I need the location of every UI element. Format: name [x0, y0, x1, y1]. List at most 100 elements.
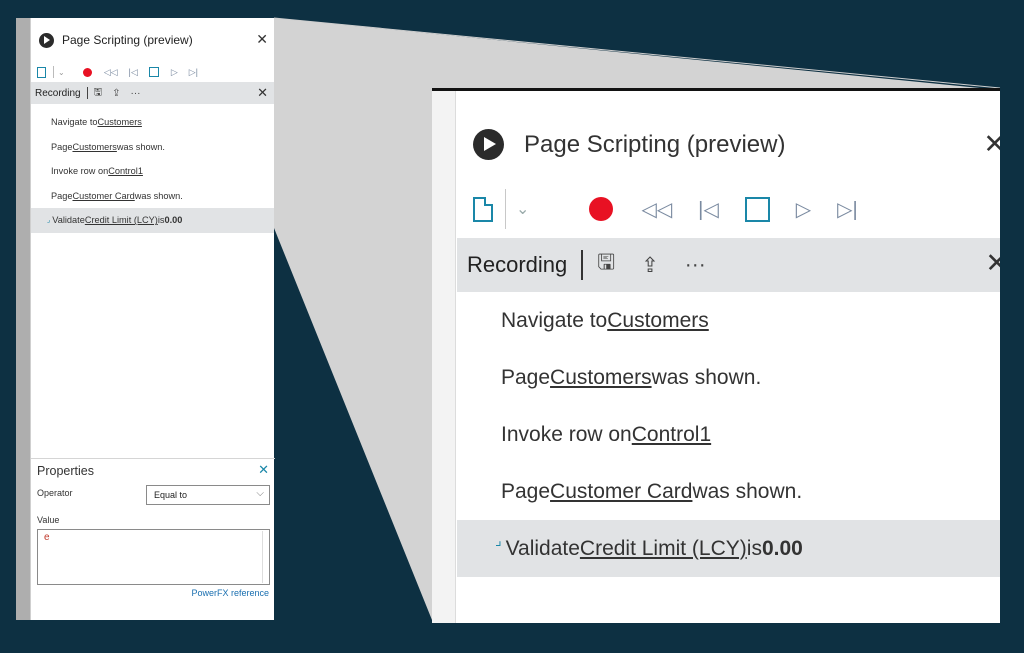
- step-text: Page: [51, 190, 73, 201]
- chevron-down-icon: ⌵: [256, 488, 264, 499]
- play-icon: [39, 32, 54, 48]
- stop-icon[interactable]: [148, 67, 159, 77]
- step-link[interactable]: Customers: [97, 117, 141, 127]
- new-document-icon[interactable]: [473, 196, 493, 222]
- skip-end-icon[interactable]: ▷|: [189, 67, 198, 78]
- validation-mark-icon: ⌟: [495, 532, 502, 548]
- recording-bar: Recording 🖫 ⇪ ··· ✕: [31, 82, 274, 104]
- step-text: Validate: [505, 536, 580, 560]
- recording-divider: [86, 87, 88, 99]
- recording-label: Recording: [467, 252, 568, 277]
- properties-title: Properties: [37, 464, 94, 478]
- step-link[interactable]: Customers: [550, 366, 652, 390]
- list-item-selected[interactable]: ⌟ Validate Credit Limit (LCY) is 0.00: [457, 520, 1000, 577]
- save-icon[interactable]: 🖫: [597, 248, 615, 283]
- list-item[interactable]: Page Customer Card was shown.: [457, 463, 1000, 520]
- skip-start-icon[interactable]: |◁: [129, 67, 138, 78]
- page-scripting-pane-zoomed: Page Scripting (preview) ✕ ⌄ ◁◁ |◁ ▷ ▷| …: [432, 88, 1000, 623]
- share-icon[interactable]: ⇪: [641, 253, 659, 278]
- record-icon[interactable]: [589, 197, 614, 221]
- zoomed-left-gutter: [432, 91, 456, 623]
- value-text: e: [44, 532, 50, 543]
- step-text: Validate: [52, 215, 85, 226]
- close-pane-button[interactable]: ✕: [983, 129, 1000, 160]
- chevron-down-icon[interactable]: ⌄: [516, 199, 529, 219]
- recorded-steps-list: Navigate to Customers Page Customers was…: [457, 292, 1000, 577]
- close-pane-button[interactable]: ✕: [256, 32, 268, 46]
- operator-label: Operator: [37, 488, 73, 498]
- new-document-icon[interactable]: [37, 66, 46, 78]
- step-link[interactable]: Credit Limit (LCY): [85, 215, 158, 225]
- step-link[interactable]: Customers: [607, 309, 709, 333]
- chevron-down-icon[interactable]: ⌄: [58, 68, 65, 77]
- list-item[interactable]: Invoke row on Control1: [457, 406, 1000, 463]
- share-icon[interactable]: ⇪: [112, 88, 120, 99]
- skip-start-icon[interactable]: |◁: [698, 197, 719, 222]
- step-text: was shown.: [651, 365, 762, 389]
- pane-header: Page Scripting (preview) ✕: [31, 18, 274, 62]
- step-value: 0.00: [164, 215, 183, 226]
- step-link[interactable]: Credit Limit (LCY): [580, 537, 747, 561]
- properties-pane: Properties ✕ Operator Equal to ⌵ Value e…: [31, 458, 275, 620]
- play-step-icon[interactable]: ▷: [796, 197, 811, 222]
- pane-header: Page Scripting (preview): [473, 129, 785, 160]
- step-link[interactable]: Customer Card: [550, 480, 692, 504]
- recording-divider: [581, 250, 584, 280]
- more-options-icon[interactable]: ···: [131, 88, 141, 99]
- record-icon[interactable]: [82, 67, 92, 77]
- step-text: was shown.: [692, 479, 803, 503]
- step-text: Invoke row on: [51, 166, 109, 177]
- pane-title: Page Scripting (preview): [62, 33, 193, 47]
- list-item[interactable]: Navigate to Customers: [457, 292, 1000, 349]
- recorded-steps-list: Navigate to Customers Page Customers was…: [31, 110, 274, 233]
- more-options-icon[interactable]: ···: [685, 253, 706, 277]
- toolbar: ⌄ ◁◁ |◁ ▷ ▷|: [31, 62, 274, 82]
- list-item[interactable]: Invoke row on Control1: [31, 159, 274, 184]
- toolbar-divider: [53, 66, 54, 78]
- rewind-icon[interactable]: ◁◁: [641, 197, 672, 222]
- value-label: Value: [37, 515, 60, 525]
- step-text: Page: [501, 365, 551, 389]
- step-text: is: [746, 536, 762, 560]
- step-value: 0.00: [761, 536, 803, 560]
- play-icon: [473, 129, 504, 160]
- close-properties-button[interactable]: ✕: [258, 462, 269, 478]
- pane-title: Page Scripting (preview): [524, 130, 786, 158]
- step-text: was shown.: [116, 141, 165, 152]
- operator-value: Equal to: [154, 490, 188, 500]
- play-step-icon[interactable]: ▷: [171, 67, 178, 78]
- step-link[interactable]: Customers: [72, 142, 116, 152]
- value-input[interactable]: e: [37, 529, 270, 585]
- page-scripting-pane-small: Page Scripting (preview) ✕ ⌄ ◁◁ |◁ ▷ ▷| …: [30, 18, 275, 620]
- list-item[interactable]: Navigate to Customers: [31, 110, 274, 135]
- list-item-selected[interactable]: ⌟ Validate Credit Limit (LCY) is 0.00: [31, 208, 274, 233]
- recording-bar: Recording 🖫 ⇪ ··· ✕: [457, 238, 1000, 292]
- list-item[interactable]: Page Customers was shown.: [457, 349, 1000, 406]
- operator-select[interactable]: Equal to ⌵: [146, 485, 270, 505]
- step-text: Navigate to: [501, 308, 608, 332]
- step-text: Navigate to: [51, 117, 98, 128]
- validation-mark-icon: ⌟: [47, 217, 51, 225]
- skip-end-icon[interactable]: ▷|: [837, 197, 858, 222]
- zoomed-content: Page Scripting (preview) ✕ ⌄ ◁◁ |◁ ▷ ▷| …: [457, 91, 1000, 623]
- recording-label: Recording: [35, 87, 81, 99]
- step-text: Page: [51, 141, 73, 152]
- list-item[interactable]: Page Customer Card was shown.: [31, 184, 274, 209]
- scrollbar[interactable]: [262, 531, 268, 583]
- step-text: Page: [501, 479, 551, 503]
- close-recording-button[interactable]: ✕: [257, 85, 268, 101]
- save-icon[interactable]: 🖫: [94, 85, 103, 102]
- step-link[interactable]: Control1: [632, 423, 711, 447]
- stop-icon[interactable]: [744, 196, 770, 222]
- toolbar-divider: [505, 189, 506, 229]
- powerfx-reference-link[interactable]: PowerFX reference: [191, 588, 269, 598]
- step-link[interactable]: Customer Card: [72, 191, 134, 201]
- list-item[interactable]: Page Customers was shown.: [31, 135, 274, 160]
- toolbar: ⌄ ◁◁ |◁ ▷ ▷|: [473, 189, 884, 229]
- step-text: Invoke row on: [501, 422, 632, 446]
- rewind-icon[interactable]: ◁◁: [104, 67, 118, 78]
- step-link[interactable]: Control1: [108, 166, 143, 176]
- step-text: is: [157, 215, 165, 226]
- close-recording-button[interactable]: ✕: [985, 248, 1000, 279]
- step-text: was shown.: [134, 190, 183, 201]
